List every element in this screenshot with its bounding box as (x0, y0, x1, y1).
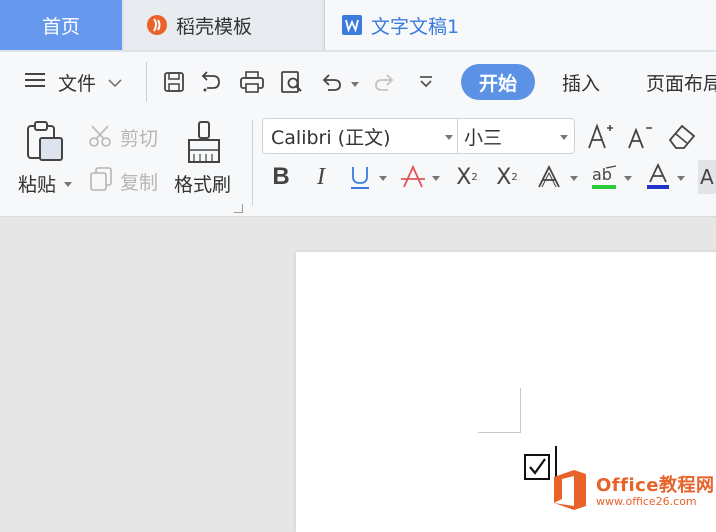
tab-start[interactable]: 开始 (461, 64, 535, 100)
checkbox-symbol (524, 454, 550, 480)
docer-logo-icon (146, 14, 168, 36)
char-shading-icon[interactable]: A (698, 160, 716, 194)
text-effect-icon[interactable] (534, 160, 564, 194)
font-name-select[interactable]: Calibri (正文) (262, 118, 458, 154)
chevron-down-icon (108, 71, 122, 93)
print-icon[interactable] (238, 68, 266, 96)
shrink-font-icon[interactable] (626, 120, 654, 152)
hamburger-icon (24, 71, 46, 93)
subscript-mark: 2 (511, 171, 518, 183)
copy-icon (88, 166, 114, 192)
format-painter-button[interactable]: 格式刷 (174, 170, 231, 197)
scissors-icon (88, 124, 114, 148)
undo-icon[interactable] (318, 68, 346, 96)
tab-home-label: 首页 (41, 15, 80, 38)
format-painter-icon[interactable] (184, 120, 224, 164)
watermark-brand: Office教程网 (596, 475, 715, 497)
clipboard-dialog-launcher[interactable] (234, 204, 243, 213)
underline-icon[interactable] (346, 160, 374, 194)
tab-document[interactable]: 文字文稿1 (324, 0, 716, 50)
highlight-icon[interactable]: ab (590, 160, 620, 194)
undo-dropdown-caret[interactable] (351, 82, 359, 87)
watermark-url: www.office26.com (596, 494, 697, 508)
customize-toolbar-icon[interactable] (412, 68, 440, 96)
toolbar-divider (146, 62, 147, 102)
margin-mark-vertical (520, 388, 521, 432)
watermark: Office教程网 www.office26.com (550, 468, 715, 516)
font-color-caret[interactable] (677, 176, 685, 181)
font-size-select[interactable]: 小三 (457, 118, 575, 154)
file-menu-label: 文件 (58, 72, 97, 95)
tab-bar: 首页 稻壳模板 文字文稿1 (0, 0, 716, 52)
paste-icon[interactable] (24, 120, 68, 164)
tab-page-layout[interactable]: 页面布局 (646, 66, 716, 98)
word-doc-icon (341, 14, 363, 36)
redo-icon (370, 68, 398, 96)
text-effect-caret[interactable] (570, 176, 578, 181)
output-icon[interactable] (198, 68, 226, 96)
paste-button[interactable]: 粘贴 (18, 170, 56, 197)
font-name-caret (445, 135, 453, 140)
underline-caret[interactable] (379, 176, 387, 181)
eraser-icon[interactable] (666, 122, 698, 150)
font-name-value: Calibri (正文) (271, 126, 391, 149)
bold-icon[interactable]: B (270, 160, 292, 194)
save-icon[interactable] (160, 68, 188, 96)
copy-button: 复制 (120, 172, 159, 194)
font-size-caret (560, 135, 568, 140)
paste-label: 粘贴 (18, 174, 57, 196)
tab-template-label: 稻壳模板 (176, 15, 253, 38)
font-color-icon[interactable] (644, 160, 672, 194)
strikethrough-icon[interactable] (398, 160, 428, 194)
print-preview-icon[interactable] (278, 68, 306, 96)
superscript-icon[interactable]: X2 (452, 160, 482, 194)
tab-insert[interactable]: 插入 (562, 66, 600, 98)
italic-icon[interactable]: I (310, 160, 332, 194)
tab-template[interactable]: 稻壳模板 (124, 0, 322, 50)
subscript-icon[interactable]: X2 (492, 160, 522, 194)
font-size-value: 小三 (464, 126, 503, 149)
strikethrough-caret[interactable] (432, 176, 440, 181)
paste-dropdown-caret[interactable] (64, 182, 72, 187)
grow-font-icon[interactable] (586, 120, 614, 152)
highlight-caret[interactable] (624, 176, 632, 181)
office-logo-icon (550, 468, 590, 516)
file-menu-button[interactable]: 文件 (24, 66, 122, 98)
tab-document-label: 文字文稿1 (371, 15, 460, 38)
ribbon-divider (252, 120, 253, 206)
cut-button: 剪切 (120, 128, 159, 150)
superscript-mark: 2 (471, 171, 478, 183)
tab-home[interactable]: 首页 (0, 0, 122, 50)
margin-mark-horizontal (478, 432, 521, 433)
